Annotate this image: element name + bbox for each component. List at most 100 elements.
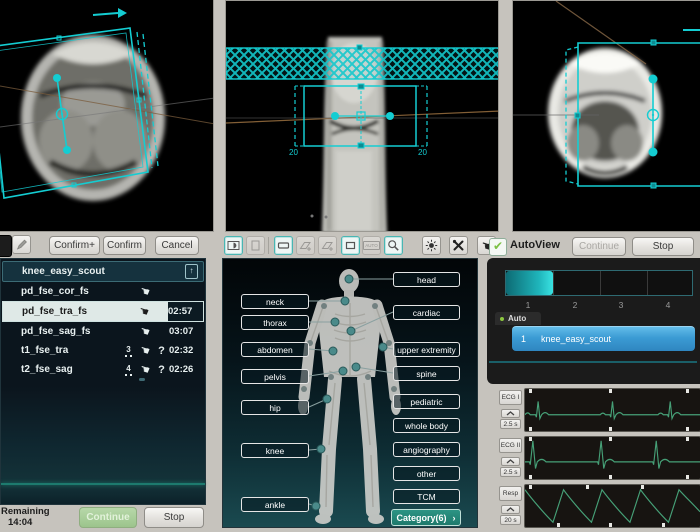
protocol-name: pd_fse_tra_fs bbox=[3, 306, 120, 317]
bodypart-angiography-button[interactable]: angiography bbox=[393, 442, 460, 457]
ecg2-trace bbox=[525, 441, 700, 469]
bodypart-hip-button[interactable]: hip bbox=[241, 400, 309, 415]
viewport-axial-left[interactable] bbox=[0, 0, 214, 232]
waveform-row-ecg1: ECG I 2.5 s bbox=[487, 388, 700, 432]
ecg2-display bbox=[524, 436, 700, 480]
chevron-up-icon bbox=[506, 411, 515, 416]
scan-time: 03:07 bbox=[169, 326, 204, 337]
waveform-label: Resp bbox=[499, 486, 522, 501]
expand-button[interactable] bbox=[501, 505, 520, 514]
toolbar-divider bbox=[268, 237, 269, 254]
bodypart-other-button[interactable]: other bbox=[393, 466, 460, 481]
add-oblique-band2-button[interactable] bbox=[318, 236, 337, 255]
confirm-plus-button[interactable]: Confirm+ bbox=[49, 236, 100, 255]
timescale-button[interactable]: 2.5 s bbox=[500, 419, 521, 429]
protocol-row[interactable]: pd_fse_cor_fs ☚ bbox=[2, 282, 204, 301]
bodypart-pelvis-button[interactable]: pelvis bbox=[241, 369, 309, 384]
queue-index: 1 bbox=[521, 334, 541, 344]
question-icon[interactable]: ? bbox=[154, 364, 169, 376]
fov-label-left: 20 bbox=[289, 148, 298, 157]
tools-icon bbox=[452, 239, 465, 252]
continue-button[interactable]: Continue bbox=[79, 507, 137, 528]
bodypart-whole-body-button[interactable]: whole body bbox=[393, 418, 460, 433]
protocol-name: pd_fse_cor_fs bbox=[2, 286, 121, 297]
segment-number: 2 bbox=[568, 300, 582, 310]
hand-icon: ☚ bbox=[138, 343, 151, 358]
copy-view-button[interactable] bbox=[246, 236, 265, 255]
add-oblique-band-button[interactable] bbox=[296, 236, 315, 255]
saturation-band-overlay[interactable] bbox=[226, 45, 499, 79]
bodypart-upper-extremity-button[interactable]: upper extremity bbox=[393, 342, 460, 357]
protocol-row[interactable]: pd_fse_sag_fs ☚ 03:07 bbox=[2, 322, 204, 341]
segment-number: 1 bbox=[521, 300, 535, 310]
timescale-button[interactable]: 20 s bbox=[500, 515, 521, 525]
edit-pencil-button[interactable] bbox=[12, 235, 31, 254]
scan-time: 02:57 bbox=[168, 306, 203, 317]
auto-position-button[interactable]: AUTO bbox=[362, 236, 381, 255]
protocol-name: t2_fse_sag bbox=[2, 364, 121, 375]
contrast-pane-icon bbox=[227, 239, 240, 252]
stop-button[interactable]: Stop bbox=[144, 507, 204, 528]
bodypart-ankle-button[interactable]: ankle bbox=[241, 497, 309, 512]
scan-progress-bar bbox=[505, 270, 693, 296]
waveform-row-resp: Resp 20 s bbox=[487, 484, 700, 528]
bodypart-head-button[interactable]: head bbox=[393, 272, 460, 287]
ecg1-display bbox=[524, 388, 700, 432]
tools-button[interactable] bbox=[449, 236, 468, 255]
bodypart-tcm-button[interactable]: TCM bbox=[393, 489, 460, 504]
expand-button[interactable] bbox=[501, 457, 520, 466]
waveform-label: ECG II bbox=[499, 438, 522, 453]
slice-box-button[interactable] bbox=[341, 236, 360, 255]
timescale-button[interactable]: 2.5 s bbox=[500, 467, 521, 477]
viewport-axial-right[interactable] bbox=[512, 0, 700, 232]
magnify-button[interactable] bbox=[384, 236, 403, 255]
hand-icon: ☚ bbox=[137, 304, 150, 319]
timeline-separator-line bbox=[489, 361, 697, 363]
category-button[interactable]: Category(6) › bbox=[391, 509, 461, 526]
ecg1-trace bbox=[525, 401, 700, 418]
knee-axial-bright-image bbox=[513, 1, 700, 232]
scroll-indicator[interactable] bbox=[139, 378, 145, 381]
hand-icon: ☚ bbox=[138, 284, 151, 299]
cropped-dark-button[interactable] bbox=[0, 235, 12, 257]
protocol-row[interactable]: t2_fse_sag 4 ☚ ? 02:26 bbox=[2, 360, 204, 379]
protocol-row-active[interactable]: knee_easy_scout ↑ bbox=[2, 261, 204, 282]
segment-number: 3 bbox=[614, 300, 628, 310]
autoview-continue-button[interactable]: Continue bbox=[572, 237, 626, 256]
protocol-row-selected[interactable]: pd_fse_tra_fs ☚ 02:57 bbox=[2, 301, 204, 322]
auto-tab[interactable]: Auto bbox=[495, 312, 541, 325]
confirm-button[interactable]: Confirm bbox=[103, 236, 146, 255]
protocol-name: knee_easy_scout bbox=[3, 266, 185, 277]
question-icon[interactable]: ? bbox=[154, 345, 169, 357]
scan-time: 02:26 bbox=[169, 364, 204, 375]
sun-icon bbox=[425, 239, 438, 252]
exam-transfer-icon[interactable]: ↑ bbox=[185, 264, 198, 279]
bodypart-pediatric-button[interactable]: pediatric bbox=[393, 394, 460, 409]
expand-button[interactable] bbox=[501, 409, 520, 418]
autoview-checkbox[interactable]: ✔ bbox=[489, 238, 507, 256]
cancel-button[interactable]: Cancel bbox=[155, 236, 199, 255]
link-group-icon: 4 bbox=[125, 366, 132, 376]
sat-band-button[interactable] bbox=[274, 236, 293, 255]
bodypart-abdomen-button[interactable]: abdomen bbox=[241, 342, 309, 357]
bodypart-thorax-button[interactable]: thorax bbox=[241, 315, 309, 330]
chevron-up-icon bbox=[506, 507, 515, 512]
oblique-band-plus-icon bbox=[321, 239, 334, 252]
viewport-coronal-center[interactable]: 20 20 bbox=[225, 0, 499, 232]
waveform-row-ecg2: ECG II 2.5 s bbox=[487, 436, 700, 480]
display-mode-button[interactable] bbox=[224, 236, 243, 255]
hand-icon: ☚ bbox=[138, 324, 151, 339]
protocol-row[interactable]: t1_fse_tra 3 ☚ ? 02:32 bbox=[2, 341, 204, 360]
autoview-stop-button[interactable]: Stop bbox=[632, 237, 694, 256]
protocol-list-panel: knee_easy_scout ↑ pd_fse_cor_fs ☚ pd_fse… bbox=[0, 258, 206, 505]
queue-item-knee-easy-scout[interactable]: 1 knee_easy_scout bbox=[512, 326, 695, 351]
bodypart-cardiac-button[interactable]: cardiac bbox=[393, 305, 460, 320]
remaining-label: Remaining bbox=[1, 506, 50, 517]
bodypart-knee-button[interactable]: knee bbox=[241, 443, 309, 458]
bodypart-spine-button[interactable]: spine bbox=[393, 366, 460, 381]
bodypart-neck-button[interactable]: neck bbox=[241, 294, 309, 309]
chevron-up-icon bbox=[506, 459, 515, 464]
brightness-contrast-button[interactable] bbox=[422, 236, 441, 255]
waveform-label: ECG I bbox=[499, 390, 522, 405]
segment-number: 4 bbox=[661, 300, 675, 310]
